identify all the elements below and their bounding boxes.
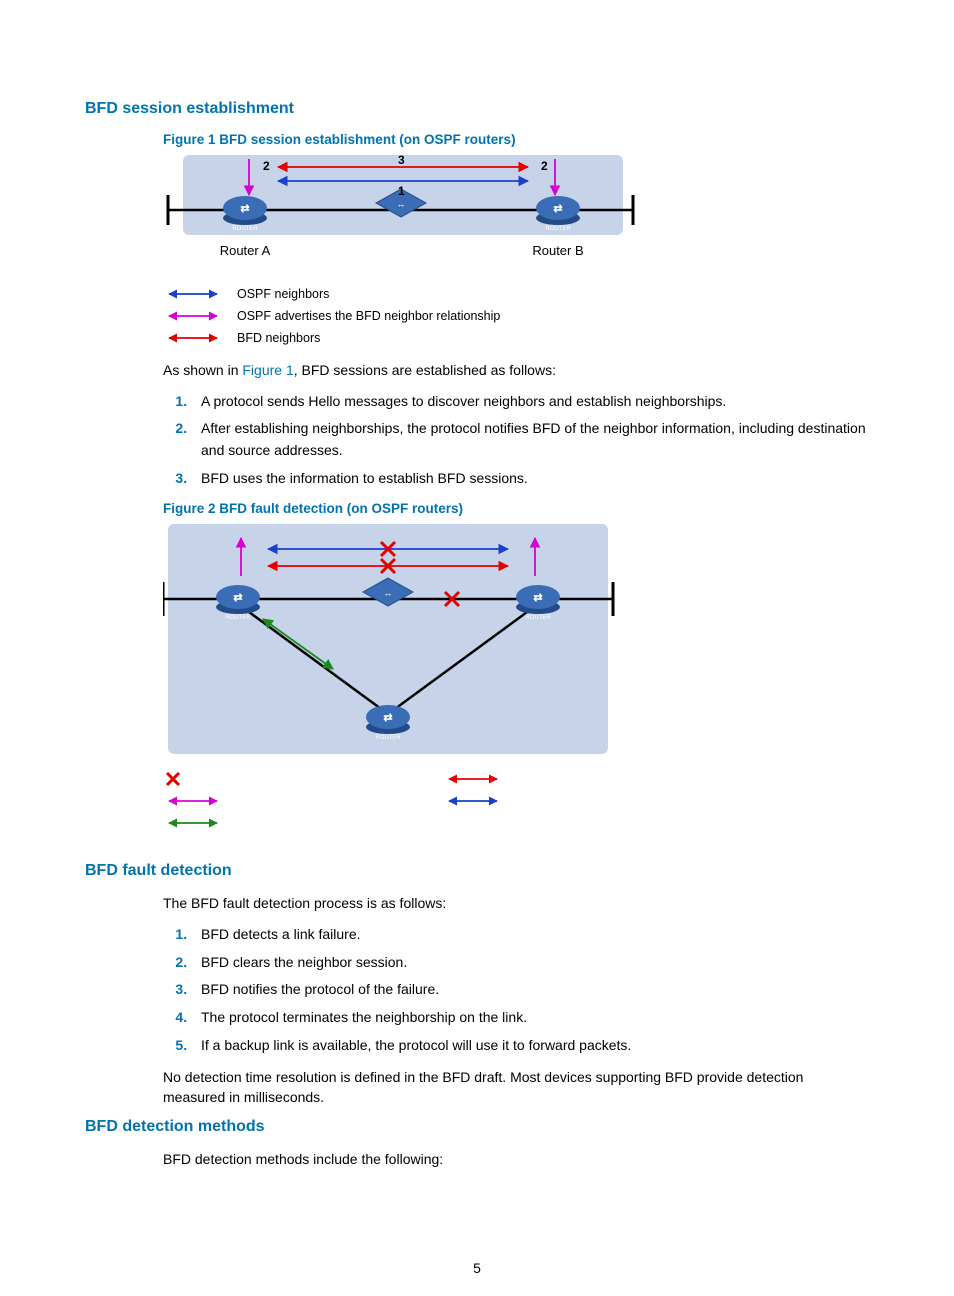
figure1-legend: OSPF neighbors OSPF advertises the BFD n…: [163, 283, 869, 349]
fig1-router-a: Router A: [220, 243, 271, 258]
session-steps-list: A protocol sends Hello messages to disco…: [163, 391, 869, 490]
fault-steps-list: BFD detects a link failure. BFD clears t…: [163, 924, 869, 1056]
svg-text:ROUTER: ROUTER: [525, 615, 551, 621]
legend-blue-arrow-icon: [443, 790, 517, 812]
list-item: A protocol sends Hello messages to disco…: [191, 391, 869, 413]
list-item: If a backup link is available, the proto…: [191, 1035, 869, 1057]
figure2-caption: Figure 2 BFD fault detection (on OSPF ro…: [163, 501, 869, 516]
heading-session-establishment: BFD session establishment: [85, 100, 869, 118]
figure1-link[interactable]: Figure 1: [242, 362, 293, 378]
list-item: BFD notifies the protocol of the failure…: [191, 979, 869, 1001]
list-item: After establishing neighborships, the pr…: [191, 418, 869, 461]
svg-text:⇄: ⇄: [240, 203, 249, 215]
svg-text:↔: ↔: [397, 199, 406, 209]
intro-text-1: As shown in Figure 1, BFD sessions are e…: [163, 361, 869, 381]
svg-text:ROUTER: ROUTER: [232, 226, 258, 232]
figure2-legend: [163, 768, 869, 834]
fig1-router-b: Router B: [532, 243, 583, 258]
svg-text:⇄: ⇄: [533, 592, 542, 604]
legend-ospf-advertises: OSPF advertises the BFD neighbor relatio…: [237, 309, 500, 323]
list-item: BFD detects a link failure.: [191, 924, 869, 946]
figure2: ⇄ ROUTER ⇄ ROUTER ⇄ ROUTER ↔: [163, 524, 869, 762]
svg-text:⇄: ⇄: [553, 203, 562, 215]
list-item: BFD uses the information to establish BF…: [191, 468, 869, 490]
fig1-label-2r: 2: [541, 159, 548, 173]
list-item: BFD clears the neighbor session.: [191, 952, 869, 974]
legend-red-arrow-icon: [443, 768, 517, 790]
legend-bfd-neighbors: BFD neighbors: [237, 331, 320, 345]
svg-text:ROUTER: ROUTER: [375, 735, 401, 741]
legend-ospf-neighbors: OSPF neighbors: [237, 287, 329, 301]
svg-text:⇄: ⇄: [383, 712, 392, 724]
fig1-label-1: 1: [398, 184, 405, 198]
fig1-label-3: 3: [398, 155, 405, 167]
svg-text:ROUTER: ROUTER: [225, 615, 251, 621]
intro-text-2: The BFD fault detection process is as fo…: [163, 894, 869, 914]
methods-intro-text: BFD detection methods include the follow…: [163, 1150, 869, 1170]
figure1: ⇄ ROUTER ⇄ ROUTER ↔ 2 2 3 1 Router: [163, 155, 869, 273]
heading-detection-methods: BFD detection methods: [85, 1118, 869, 1136]
legend-green-arrow-icon: [163, 812, 443, 834]
figure1-caption: Figure 1 BFD session establishment (on O…: [163, 132, 869, 147]
legend-magenta-arrow-icon: [163, 790, 443, 812]
list-item: The protocol terminates the neighborship…: [191, 1007, 869, 1029]
heading-fault-detection: BFD fault detection: [85, 862, 869, 880]
svg-text:ROUTER: ROUTER: [545, 226, 571, 232]
closing-text: No detection time resolution is defined …: [163, 1068, 869, 1107]
svg-text:↔: ↔: [384, 588, 393, 598]
fig1-label-2l: 2: [263, 159, 270, 173]
page-number: 5: [0, 1260, 954, 1276]
legend-x-icon: [163, 768, 443, 790]
svg-text:⇄: ⇄: [233, 592, 242, 604]
